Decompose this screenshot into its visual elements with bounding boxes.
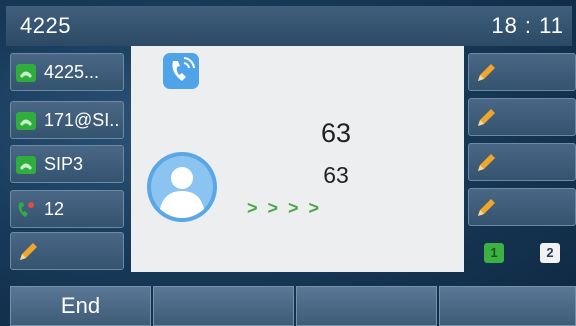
dialing-progress: > > > > bbox=[247, 198, 320, 218]
dss-key-3[interactable] bbox=[468, 143, 576, 181]
dss-key-1[interactable] bbox=[468, 53, 576, 91]
pencil-icon bbox=[478, 199, 495, 216]
line-key-label: 171@SI.. bbox=[44, 110, 120, 130]
dialing-icon bbox=[163, 53, 199, 89]
pencil-icon bbox=[20, 243, 37, 260]
line-in-use-icon bbox=[18, 202, 34, 217]
softkey-2[interactable] bbox=[153, 286, 294, 326]
softkey-3[interactable] bbox=[296, 286, 437, 326]
line-key-1[interactable]: 4225... bbox=[10, 53, 124, 91]
line-key-5[interactable] bbox=[10, 232, 124, 270]
line-registered-icon bbox=[16, 64, 36, 82]
line-key-label: SIP3 bbox=[44, 154, 84, 174]
avatar-icon bbox=[147, 152, 217, 222]
line-key-label: 4225... bbox=[44, 62, 100, 82]
end-button[interactable]: End bbox=[10, 286, 151, 326]
status-bar: 4225 18 : 11 bbox=[6, 6, 572, 46]
pencil-icon bbox=[478, 109, 495, 126]
line-key-3[interactable]: SIP3 bbox=[10, 145, 124, 183]
page-indicator-1[interactable]: 1 bbox=[484, 243, 504, 263]
softkey-4[interactable] bbox=[439, 286, 576, 326]
pencil-icon bbox=[478, 64, 495, 81]
dss-key-4[interactable] bbox=[468, 188, 576, 226]
page-indicator-2[interactable]: 2 bbox=[540, 243, 560, 263]
clock: 18 : 11 bbox=[491, 13, 564, 38]
call-number: 63 bbox=[323, 162, 349, 188]
call-panel: 63 63 > > > > bbox=[131, 46, 464, 272]
line-key-label: 12 bbox=[44, 199, 65, 219]
line-key-2[interactable]: 171@SI.. bbox=[10, 101, 124, 139]
pencil-icon bbox=[478, 154, 495, 171]
line-key-4[interactable]: 12 bbox=[10, 190, 124, 228]
dss-key-2[interactable] bbox=[468, 98, 576, 136]
phone-screen: 4225 18 : 11 4225... 171@SI.. SIP3 12 1 … bbox=[0, 0, 576, 326]
line-registered-icon bbox=[16, 156, 36, 174]
call-name: 63 bbox=[320, 118, 352, 148]
line-registered-icon bbox=[16, 112, 36, 130]
account-label: 4225 bbox=[20, 13, 71, 38]
